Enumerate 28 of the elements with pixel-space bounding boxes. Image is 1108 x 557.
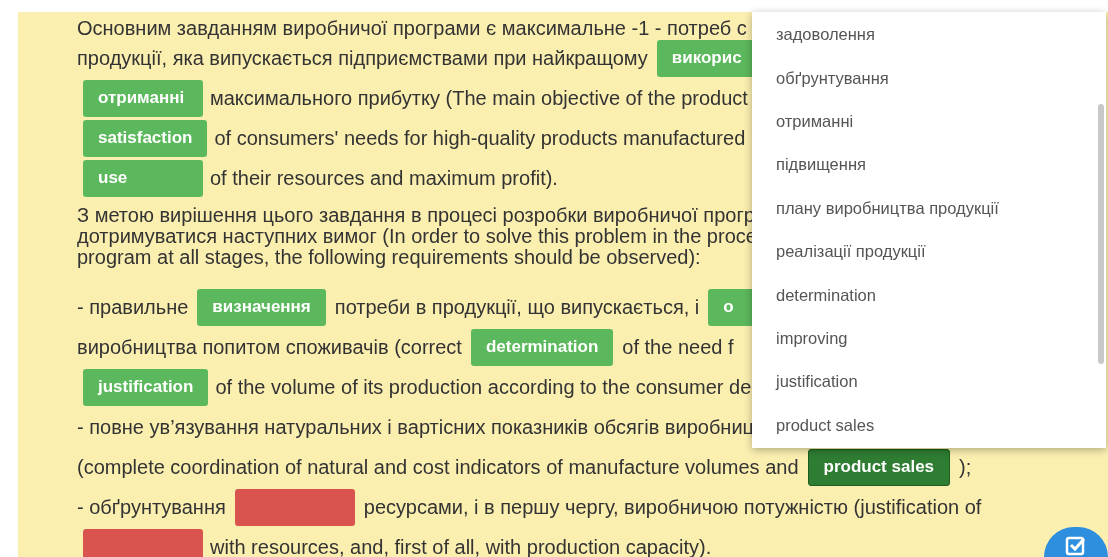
sentence-text: продукції, яка випускається підприємствами при найкращому [77, 46, 648, 71]
dropdown-option[interactable]: підвищення [752, 143, 866, 187]
empty-drop-slot[interactable] [83, 528, 203, 557]
dropdown-option[interactable]: плану виробництва продукції [752, 186, 999, 230]
sentence-text: максимального прибутку (The main objective of the product [210, 86, 748, 111]
scrollbar-thumb[interactable] [1098, 104, 1104, 364]
sentence-text: of consumers' needs for high-quality products manufactured [214, 126, 746, 151]
sentence-text: - обґрунтування [77, 495, 226, 520]
sentence-text: - правильне [77, 295, 189, 320]
sentence-text: виробництва попитом споживачів (correct [77, 335, 462, 360]
checkbox-check-icon [1065, 535, 1087, 557]
sentence-text: of the volume of its production according to the consumer de [215, 375, 752, 400]
sentence-text: ресурсами, і в першу чергу, виробничою потужністю (justification of [363, 495, 982, 520]
sentence-text: of their resources and maximum profit). [210, 166, 558, 191]
dropdown-option[interactable]: determination [752, 273, 876, 317]
sentence-text: of the need f [622, 335, 734, 360]
empty-drop-slot[interactable] [234, 488, 355, 526]
sentence-text: потреби в продукції, що випускається, і [334, 295, 700, 320]
dropdown-option[interactable]: product sales [752, 403, 875, 447]
dropdown-option[interactable]: justification [752, 360, 858, 404]
answer-chip[interactable]: product sales [807, 448, 951, 486]
dropdown-option[interactable]: отриманні [752, 99, 854, 144]
sentence-text: ); [959, 455, 972, 480]
sentence-text: (complete coordination of natural and cost indicators of manufacture volumes and [77, 455, 799, 480]
dropdown-option[interactable]: improving [752, 316, 848, 361]
sentence-text: - повне ув’язування натуральних і вартісних показників обсягів виробниц [77, 415, 755, 440]
sentence-text: Основним завданням виробничої програми є максимальне -1 - потреб с [77, 15, 747, 41]
dropdown-option[interactable]: реалізації продукції [752, 229, 926, 274]
